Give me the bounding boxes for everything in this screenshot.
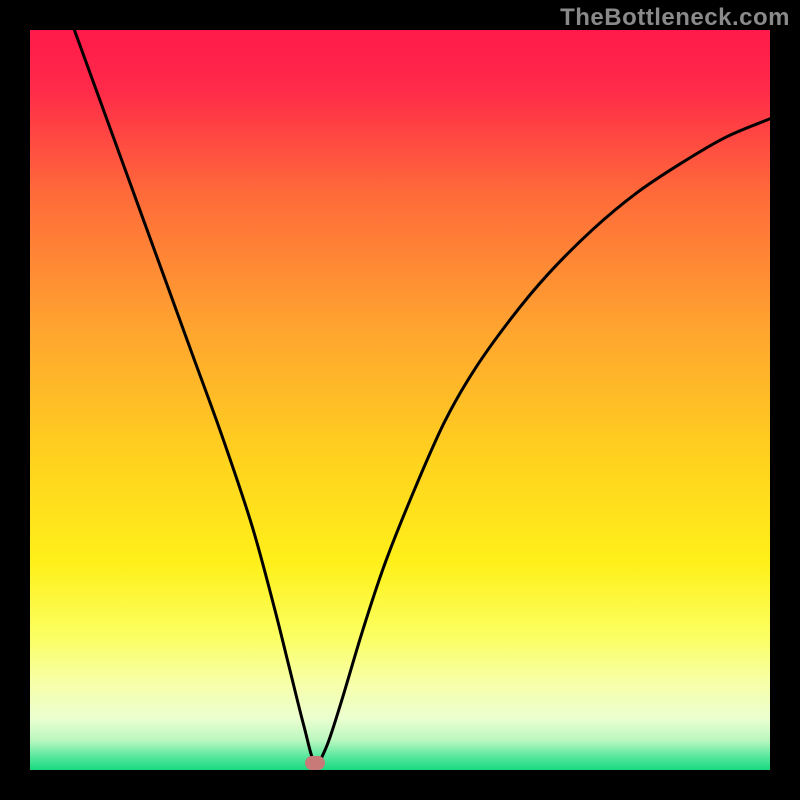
watermark-text: TheBottleneck.com bbox=[560, 4, 790, 32]
curve-svg bbox=[30, 30, 770, 770]
bottleneck-curve-path bbox=[74, 30, 770, 763]
plot-area bbox=[30, 30, 770, 770]
optimum-marker bbox=[305, 756, 325, 770]
chart-root: TheBottleneck.com bbox=[0, 0, 800, 800]
